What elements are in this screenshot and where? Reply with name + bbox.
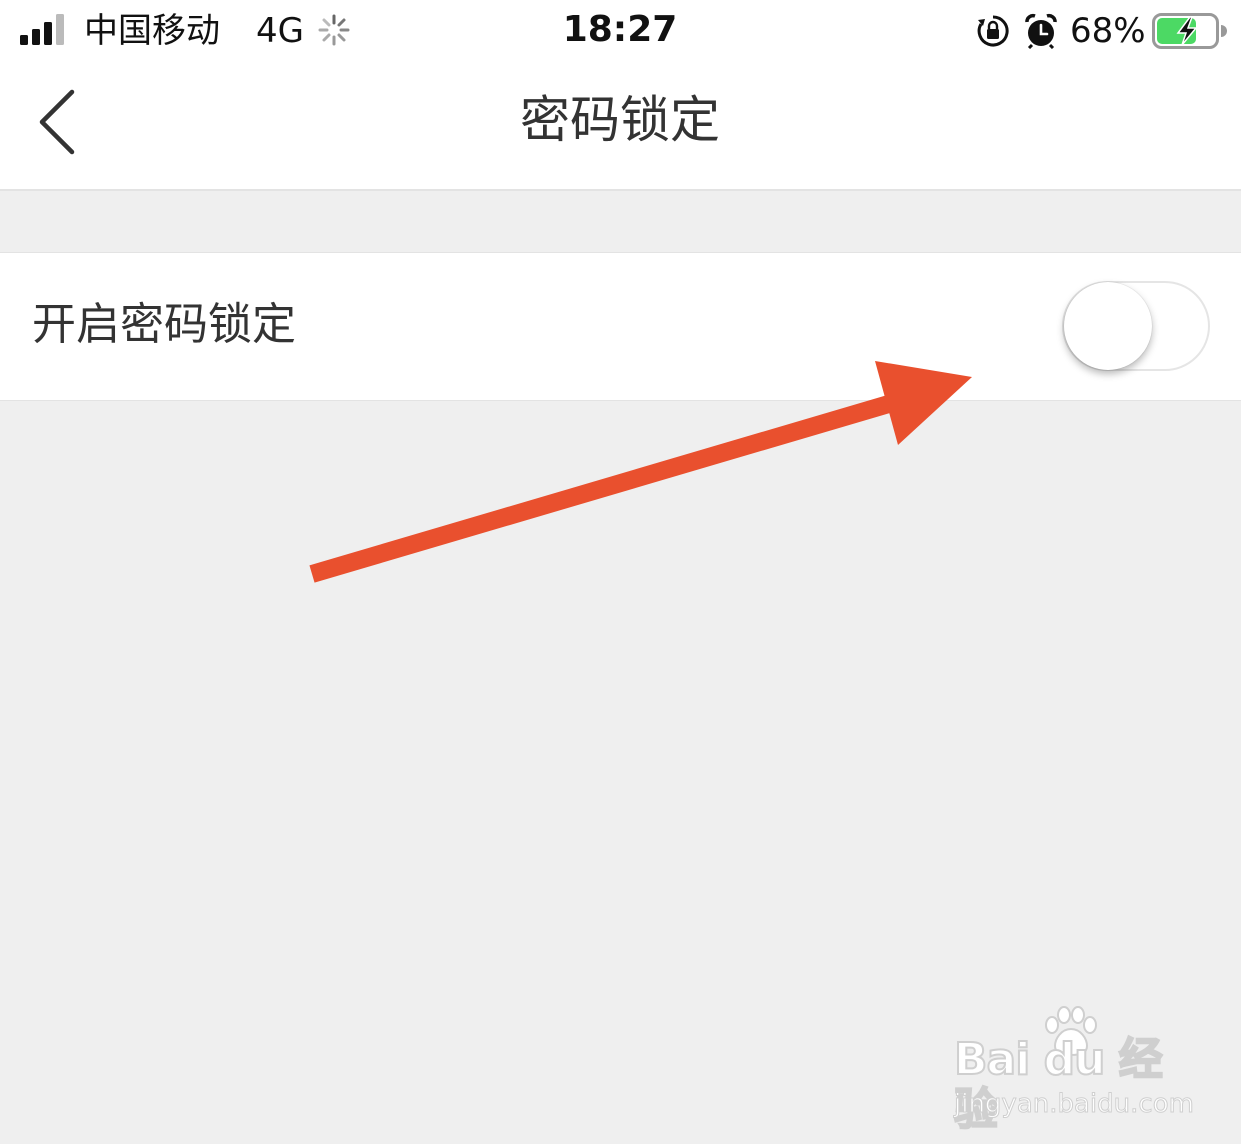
battery-percent: 68%	[1070, 11, 1146, 51]
toggle-knob	[1064, 282, 1152, 370]
rotation-lock-icon	[977, 15, 1009, 47]
carrier-name: 中国移动	[84, 11, 220, 51]
watermark-url: jingyan.baidu.com	[954, 1089, 1195, 1120]
nav-bar: 密码锁定	[0, 62, 1241, 191]
chevron-left-icon	[39, 89, 75, 155]
watermark: Bai du 经验 jingyan.baidu.com	[940, 1005, 1200, 1136]
status-bar: 中国移动 4G 18:27 68%	[0, 0, 1241, 62]
alarm-icon	[1025, 13, 1057, 49]
clock-time: 18:27	[562, 9, 678, 50]
watermark-brand: Bai du 经验	[953, 1034, 1164, 1136]
back-button[interactable]	[30, 84, 90, 160]
annotation-arrow	[309, 361, 972, 583]
setting-label: 开启密码锁定	[32, 299, 296, 350]
battery-charging-icon	[1152, 13, 1227, 49]
signal-icon	[20, 14, 64, 45]
network-type: 4G	[256, 11, 304, 51]
page-title: 密码锁定	[520, 91, 720, 149]
password-lock-toggle[interactable]	[1062, 281, 1210, 371]
spinner-icon	[318, 14, 350, 46]
